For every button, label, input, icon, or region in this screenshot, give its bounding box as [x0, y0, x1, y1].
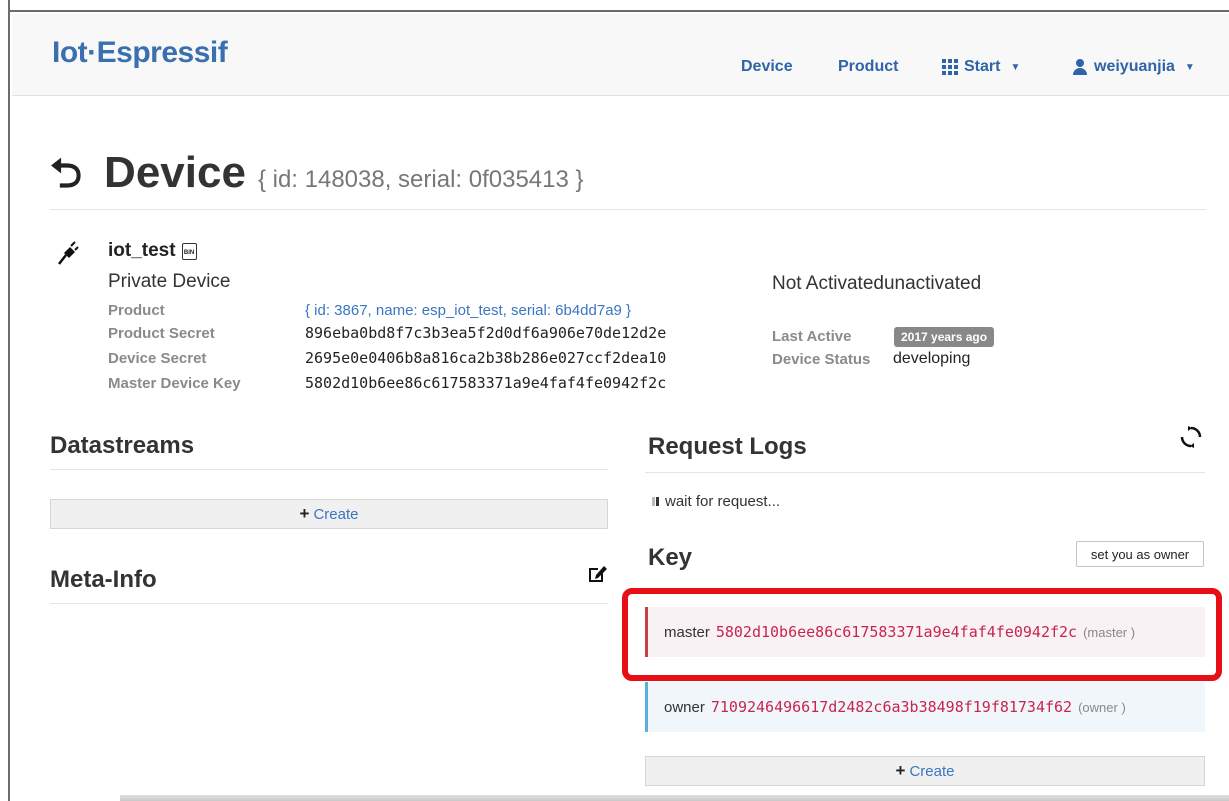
page-title: Device — [104, 148, 246, 197]
owner-key-code: 7109246496617d2482c6a3b38498f19f81734f62 — [710, 698, 1073, 716]
window-frame-top — [10, 0, 1229, 12]
grid-icon — [942, 59, 958, 75]
page-header: ⮌ Device { id: 148038, serial: 0f035413 … — [50, 148, 584, 198]
nav-user-dropdown[interactable]: weiyuanjia ▼ — [1072, 58, 1195, 76]
edit-icon[interactable] — [586, 563, 608, 585]
window-bottom-edge — [120, 795, 1229, 801]
brand-logo[interactable]: Iot·Espressif — [52, 36, 228, 70]
key-create-label: Create — [909, 762, 955, 780]
datastream-create-label: Create — [313, 505, 359, 523]
nav-user-label: weiyuanjia — [1094, 58, 1175, 75]
master-device-key-label: Master Device Key — [108, 375, 241, 392]
product-secret-value: 896eba0bd8f7c3b3ea5f2d0df6a906e70de12d2e — [305, 324, 667, 342]
activation-status: Not Activatedunactivated — [772, 273, 982, 294]
loading-bars-icon — [652, 497, 659, 506]
product-label: Product — [108, 302, 165, 319]
window-frame-left — [0, 0, 10, 801]
product-secret-label: Product Secret — [108, 325, 215, 342]
last-active-badge: 2017 years ago — [894, 327, 995, 347]
datastreams-title: Datastreams — [50, 432, 195, 459]
device-name-text: iot_test — [108, 240, 176, 261]
nav-device-link[interactable]: Device — [741, 58, 793, 76]
device-status-value: developing — [893, 350, 971, 367]
bin-file-icon[interactable]: BIN — [181, 242, 197, 260]
key-title: Key — [648, 544, 693, 571]
user-icon — [1072, 59, 1088, 75]
request-log-message: wait for request... — [665, 493, 781, 510]
request-logs-title: Request Logs — [648, 433, 807, 460]
device-secret-label: Device Secret — [108, 350, 207, 367]
master-device-key-value: 5802d10b6ee86c617583371a9e4faf4fe0942f2c — [305, 374, 667, 392]
header-divider — [50, 209, 1206, 210]
owner-key-row: owner 7109246496617d2482c6a3b38498f19f81… — [645, 682, 1205, 732]
datastream-create-button[interactable]: + Create — [50, 499, 608, 529]
back-arrow-icon[interactable]: ⮌ — [50, 154, 82, 194]
key-create-button[interactable]: + Create — [645, 756, 1205, 786]
device-status-label: Device Status — [772, 351, 871, 368]
plus-icon: + — [299, 504, 310, 523]
highlight-box — [622, 588, 1222, 681]
request-log-status: wait for request... — [652, 493, 780, 510]
device-name: iot_test BIN — [108, 240, 197, 262]
product-link[interactable]: { id: 3867, name: esp_iot_test, serial: … — [305, 302, 631, 319]
page-subtitle: { id: 148038, serial: 0f035413 } — [257, 166, 584, 193]
set-owner-button[interactable]: set you as owner — [1076, 541, 1204, 567]
owner-key-label: owner — [664, 698, 705, 716]
request-logs-divider — [645, 472, 1205, 473]
navbar: Iot·Espressif Device Product Start ▼ wei… — [12, 14, 1229, 96]
nav-start-label: Start — [964, 58, 1001, 75]
meta-info-divider — [50, 603, 608, 604]
owner-key-role: (owner ) — [1078, 699, 1126, 715]
meta-info-title: Meta-Info — [50, 566, 157, 593]
nav-product-link[interactable]: Product — [838, 58, 898, 76]
nav-start-dropdown[interactable]: Start ▼ — [942, 58, 1020, 76]
caret-down-icon: ▼ — [1184, 61, 1195, 73]
refresh-icon[interactable] — [1179, 425, 1203, 449]
caret-down-icon: ▼ — [1010, 61, 1021, 73]
nav-product-label: Product — [838, 58, 899, 75]
nav-device-label: Device — [741, 58, 793, 75]
datastreams-divider — [50, 469, 608, 470]
device-secret-value: 2695e0e0406b8a816ca2b38b286e027ccf2dea10 — [305, 349, 667, 367]
plus-icon: + — [895, 761, 906, 780]
plug-icon — [58, 241, 79, 265]
device-type: Private Device — [108, 271, 231, 292]
last-active-label: Last Active — [772, 328, 852, 345]
